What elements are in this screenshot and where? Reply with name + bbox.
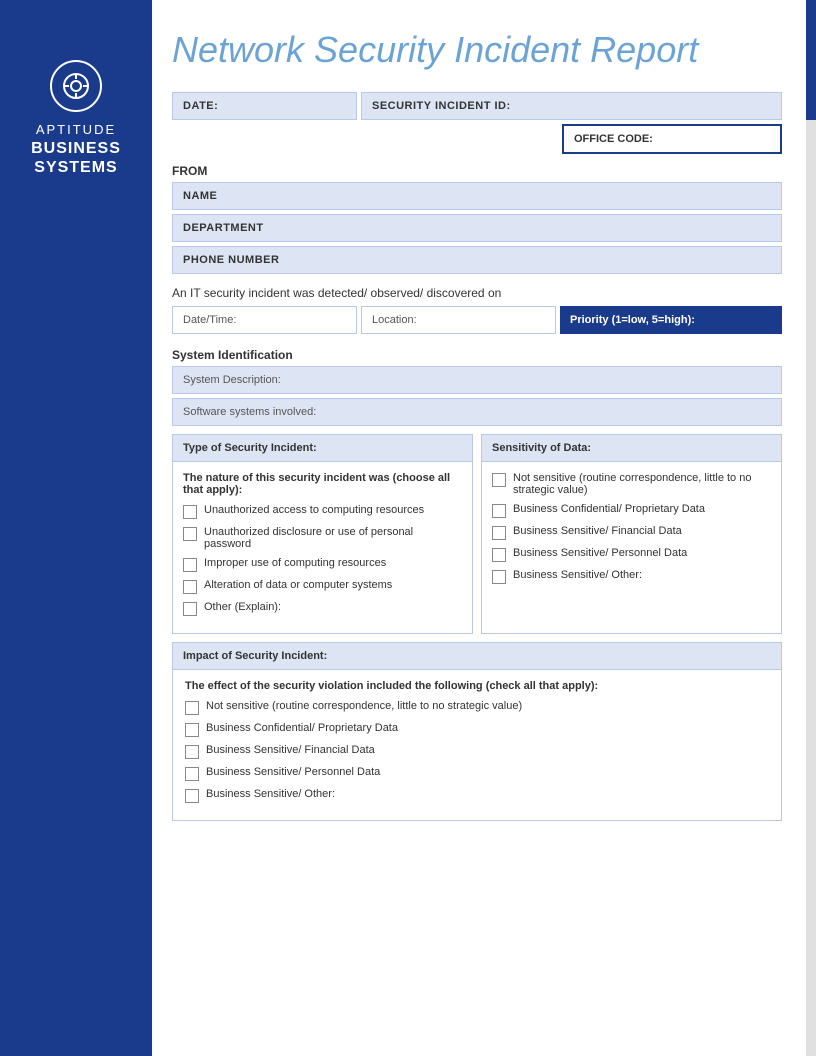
office-code-field[interactable]: OFFICE CODE: xyxy=(562,124,782,154)
list-item: Business Sensitive/ Other: xyxy=(185,788,769,803)
list-item: Unauthorized disclosure or use of person… xyxy=(183,526,462,550)
checkbox-label: Not sensitive (routine correspondence, l… xyxy=(206,700,522,712)
checkbox-impact-personnel[interactable] xyxy=(185,767,199,781)
sensitivity-of-data-box: Sensitivity of Data: Not sensitive (rout… xyxy=(481,434,782,634)
scrollbar[interactable] xyxy=(806,0,816,1056)
two-col-section: Type of Security Incident: The nature of… xyxy=(172,434,782,634)
checkbox-impact-confidential[interactable] xyxy=(185,723,199,737)
checkbox-impact-not-sensitive[interactable] xyxy=(185,701,199,715)
priority-field[interactable]: Priority (1=low, 5=high): xyxy=(560,306,782,334)
checkbox-label: Unauthorized disclosure or use of person… xyxy=(204,526,462,550)
checkbox-label: Unauthorized access to computing resourc… xyxy=(204,504,424,516)
checkbox-label: Not sensitive (routine correspondence, l… xyxy=(513,472,771,496)
checkbox-not-sensitive[interactable] xyxy=(492,473,506,487)
list-item: Business Confidential/ Proprietary Data xyxy=(185,722,769,737)
list-item: Alteration of data or computer systems xyxy=(183,579,462,594)
aptitude-label: APTITUDE xyxy=(36,122,116,137)
name-field[interactable]: NAME xyxy=(172,182,782,210)
checkbox-impact-other[interactable] xyxy=(185,789,199,803)
detection-row: Date/Time: Location: Priority (1=low, 5=… xyxy=(172,306,782,334)
scrollbar-thumb[interactable] xyxy=(806,0,816,120)
list-item: Business Confidential/ Proprietary Data xyxy=(492,503,771,518)
type-security-body: The nature of this security incident was… xyxy=(173,462,472,633)
logo-icon xyxy=(61,71,91,101)
list-item: Business Sensitive/ Personnel Data xyxy=(185,766,769,781)
checkbox-label: Business Sensitive/ Other: xyxy=(206,788,335,800)
office-code-row: OFFICE CODE: xyxy=(172,124,782,154)
type-security-header: Type of Security Incident: xyxy=(173,435,472,462)
sensitivity-header: Sensitivity of Data: xyxy=(482,435,781,462)
type-of-security-incident-box: Type of Security Incident: The nature of… xyxy=(172,434,473,634)
checkbox-label: Business Sensitive/ Personnel Data xyxy=(206,766,380,778)
checkbox-label: Other (Explain): xyxy=(204,601,281,613)
checkbox-label: Business Confidential/ Proprietary Data xyxy=(206,722,398,734)
list-item: Other (Explain): xyxy=(183,601,462,616)
software-systems-field[interactable]: Software systems involved: xyxy=(172,398,782,426)
list-item: Not sensitive (routine correspondence, l… xyxy=(185,700,769,715)
datetime-field[interactable]: Date/Time: xyxy=(172,306,357,334)
list-item: Business Sensitive/ Personnel Data xyxy=(492,547,771,562)
main-content: Network Security Incident Report DATE: S… xyxy=(152,0,806,851)
checkbox-label: Business Confidential/ Proprietary Data xyxy=(513,503,705,515)
location-field[interactable]: Location: xyxy=(361,306,556,334)
list-item: Unauthorized access to computing resourc… xyxy=(183,504,462,519)
checkbox-label: Improper use of computing resources xyxy=(204,557,386,569)
checkbox-financial[interactable] xyxy=(492,526,506,540)
list-item: Business Sensitive/ Other: xyxy=(492,569,771,584)
checkbox-label: Business Sensitive/ Other: xyxy=(513,569,642,581)
list-item: Not sensitive (routine correspondence, l… xyxy=(492,472,771,496)
phone-field[interactable]: PHONE NUMBER xyxy=(172,246,782,274)
page-title: Network Security Incident Report xyxy=(172,30,782,70)
detection-text: An IT security incident was detected/ ob… xyxy=(172,286,782,300)
impact-intro: The effect of the security violation inc… xyxy=(185,680,769,692)
checkbox-label: Business Sensitive/ Personnel Data xyxy=(513,547,687,559)
checkbox-impact-financial[interactable] xyxy=(185,745,199,759)
system-identification-heading: System Identification xyxy=(172,348,782,362)
date-field[interactable]: DATE: xyxy=(172,92,357,120)
checkbox-confidential[interactable] xyxy=(492,504,506,518)
system-description-field[interactable]: System Description: xyxy=(172,366,782,394)
checkbox-other-sensitivity[interactable] xyxy=(492,570,506,584)
checkbox-alteration[interactable] xyxy=(183,580,197,594)
business-label: BUSINESS SYSTEMS xyxy=(0,139,152,177)
impact-section: Impact of Security Incident: The effect … xyxy=(172,642,782,821)
logo-circle xyxy=(50,60,102,112)
checkbox-personnel[interactable] xyxy=(492,548,506,562)
checkbox-label: Business Sensitive/ Financial Data xyxy=(206,744,375,756)
from-label: FROM xyxy=(172,164,782,178)
checkbox-improper-use[interactable] xyxy=(183,558,197,572)
checkbox-label: Business Sensitive/ Financial Data xyxy=(513,525,682,537)
top-fields-row: DATE: SECURITY INCIDENT ID: xyxy=(172,92,782,120)
sidebar: APTITUDE BUSINESS SYSTEMS xyxy=(0,0,152,1056)
list-item: Improper use of computing resources xyxy=(183,557,462,572)
list-item: Business Sensitive/ Financial Data xyxy=(185,744,769,759)
checkbox-unauthorized-disclosure[interactable] xyxy=(183,527,197,541)
checkbox-unauthorized-access[interactable] xyxy=(183,505,197,519)
checkbox-label: Alteration of data or computer systems xyxy=(204,579,392,591)
nature-text: The nature of this security incident was… xyxy=(183,472,462,496)
list-item: Business Sensitive/ Financial Data xyxy=(492,525,771,540)
security-incident-id-field[interactable]: SECURITY INCIDENT ID: xyxy=(361,92,782,120)
impact-body: The effect of the security violation inc… xyxy=(173,670,781,820)
department-field[interactable]: DEPARTMENT xyxy=(172,214,782,242)
impact-header: Impact of Security Incident: xyxy=(173,643,781,670)
sensitivity-body: Not sensitive (routine correspondence, l… xyxy=(482,462,781,601)
checkbox-other[interactable] xyxy=(183,602,197,616)
